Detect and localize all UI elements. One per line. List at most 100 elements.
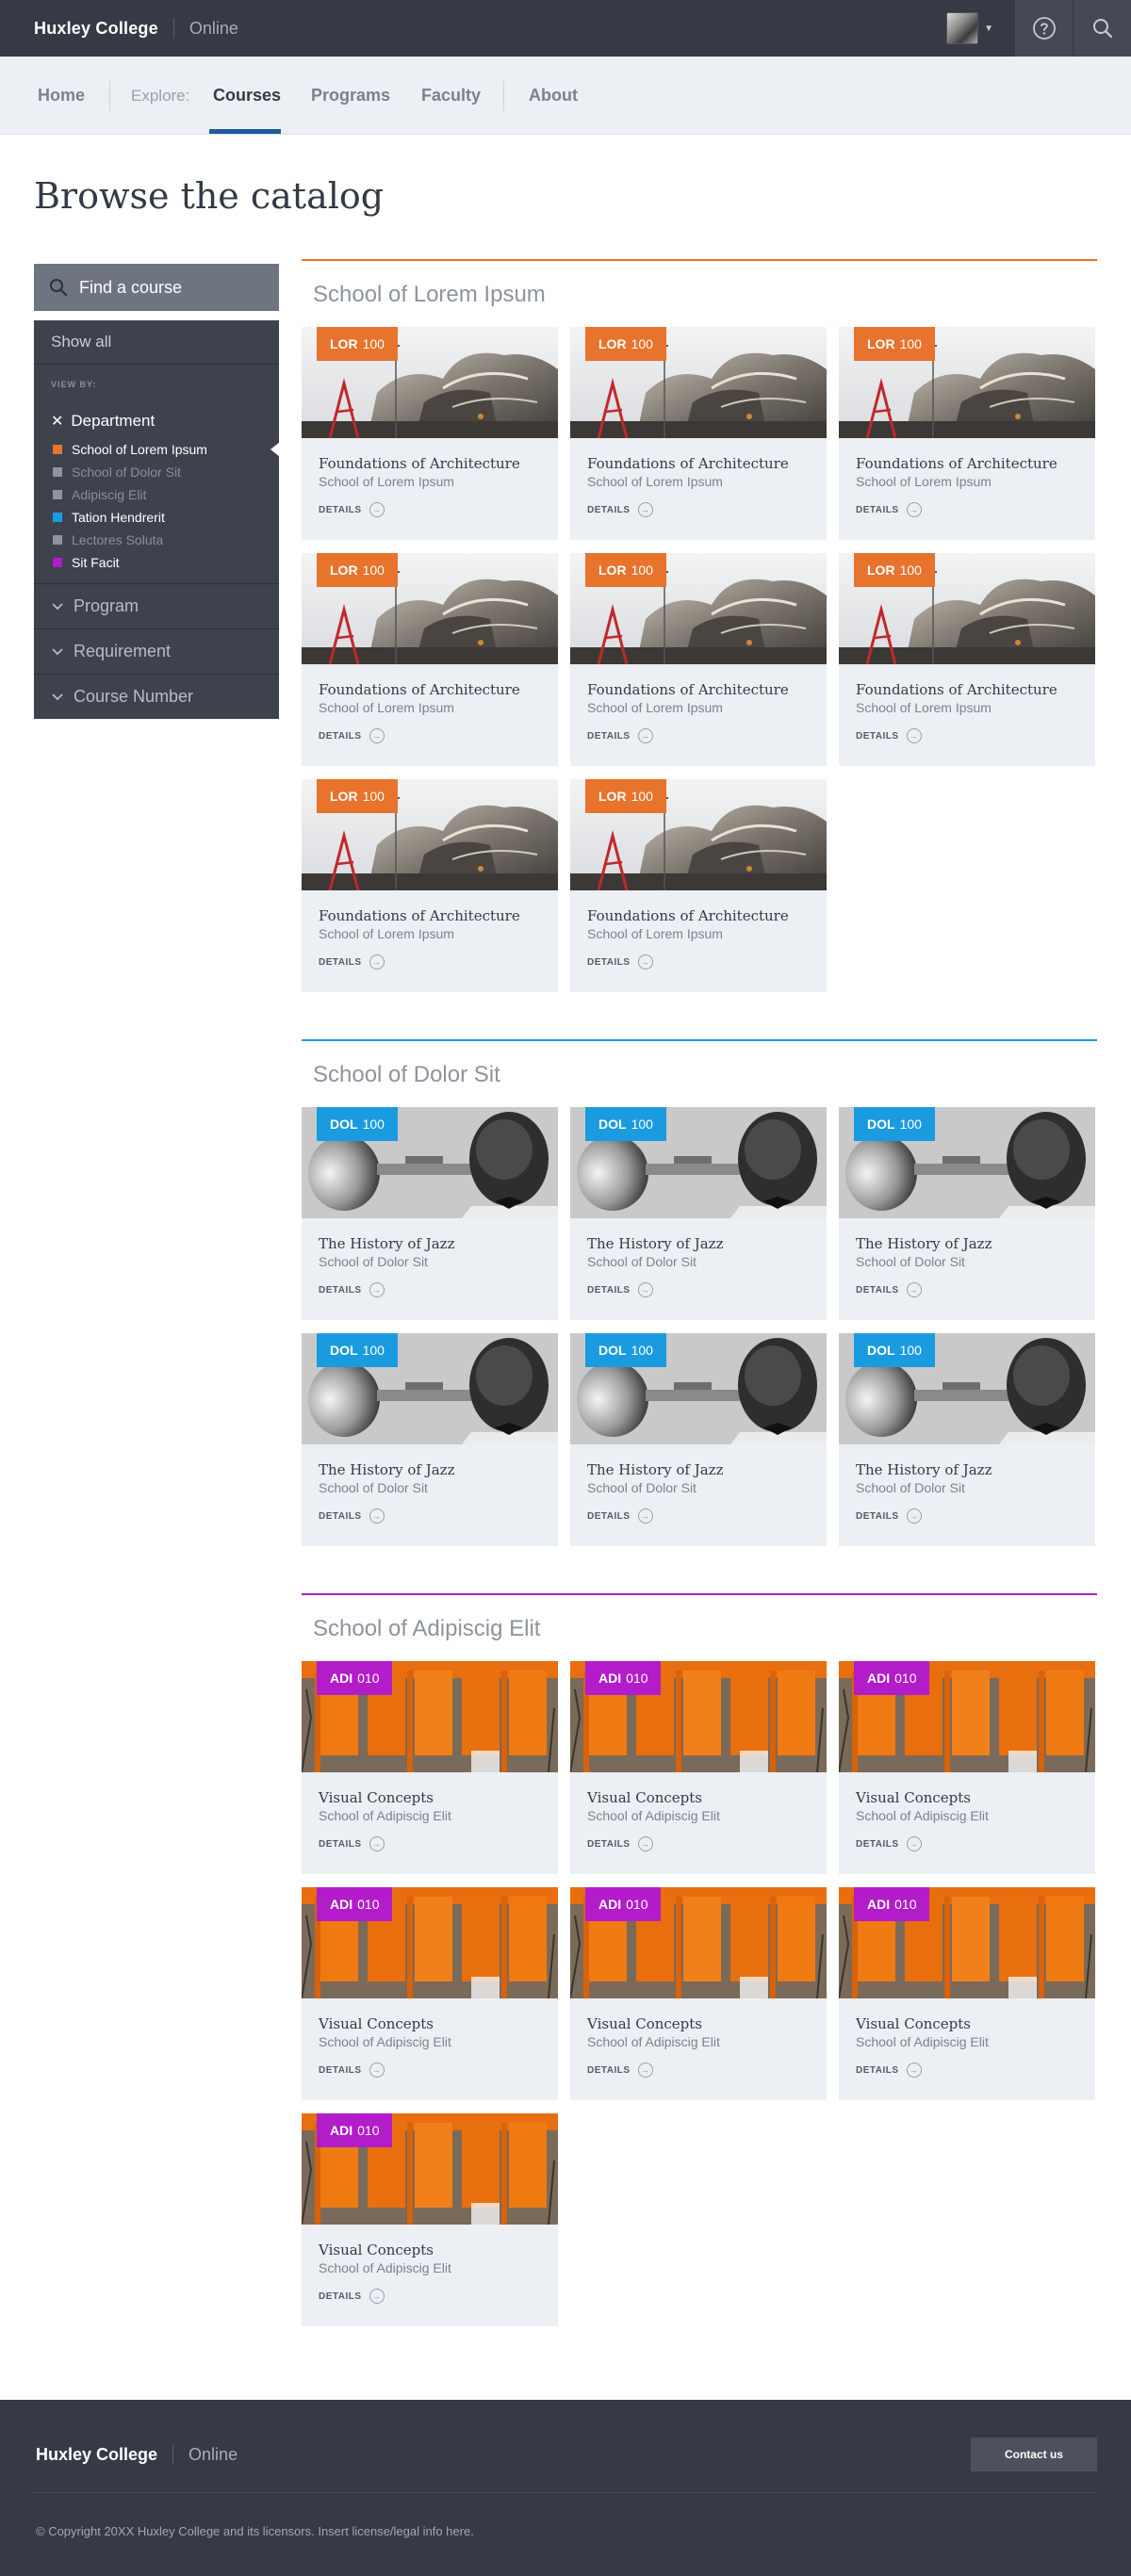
course-title[interactable]: Visual Concepts: [856, 1789, 971, 1806]
search-button[interactable]: [1073, 0, 1131, 57]
course-title[interactable]: The History of Jazz: [587, 1461, 723, 1478]
course-card[interactable]: ADI 010 Visual Concepts School of Adipiscig…: [839, 1887, 1095, 2100]
course-number: 100: [631, 789, 653, 804]
details-link[interactable]: DETAILS →: [856, 1508, 922, 1524]
course-title[interactable]: Foundations of Architecture: [587, 907, 789, 924]
course-card[interactable]: DOL 100 The History of Jazz School of Dolor…: [302, 1333, 558, 1546]
course-card[interactable]: DOL 100 The History of Jazz School of Dolor…: [839, 1107, 1095, 1320]
course-card[interactable]: LOR 100 Foundations of Architecture School …: [302, 779, 558, 992]
details-link[interactable]: DETAILS →: [319, 954, 385, 970]
details-link[interactable]: DETAILS →: [587, 502, 653, 517]
course-card[interactable]: ADI 010 Visual Concepts School of Adipiscig…: [302, 1661, 558, 1874]
course-title[interactable]: The History of Jazz: [319, 1461, 454, 1478]
department-option[interactable]: School of Lorem Ipsum: [53, 438, 279, 461]
nav-about[interactable]: About: [529, 86, 578, 106]
details-link[interactable]: DETAILS →: [856, 728, 922, 743]
details-link[interactable]: DETAILS →: [587, 1836, 653, 1851]
details-label: DETAILS: [319, 2064, 362, 2076]
nav-courses[interactable]: Courses: [213, 86, 281, 106]
footer-brand-divider: [172, 2444, 174, 2465]
course-card[interactable]: DOL 100 The History of Jazz School of Dolor…: [570, 1107, 827, 1320]
course-title[interactable]: Foundations of Architecture: [856, 681, 1057, 698]
course-card[interactable]: ADI 010 Visual Concepts School of Adipiscig…: [302, 2113, 558, 2326]
help-button[interactable]: [1014, 0, 1073, 57]
details-link[interactable]: DETAILS →: [319, 728, 385, 743]
course-card[interactable]: LOR 100 Foundations of Architecture School …: [839, 327, 1095, 540]
details-link[interactable]: DETAILS →: [587, 728, 653, 743]
details-link[interactable]: DETAILS →: [856, 1282, 922, 1297]
course-title[interactable]: Visual Concepts: [319, 1789, 434, 1806]
department-label: Tation Hendrerit: [72, 510, 165, 525]
course-card[interactable]: LOR 100 Foundations of Architecture School …: [302, 553, 558, 766]
course-search-input[interactable]: Find a course: [34, 264, 279, 311]
course-title[interactable]: Visual Concepts: [587, 1789, 702, 1806]
brand-subtitle: Online: [188, 18, 238, 38]
course-card[interactable]: ADI 010 Visual Concepts School of Adipiscig…: [570, 1661, 827, 1874]
department-option[interactable]: Adipiscig Elit: [53, 483, 279, 506]
course-title[interactable]: The History of Jazz: [319, 1235, 454, 1252]
nav-faculty[interactable]: Faculty: [421, 86, 481, 106]
department-swatch: [53, 513, 62, 522]
close-icon[interactable]: ✕: [51, 412, 63, 431]
course-title[interactable]: Foundations of Architecture: [587, 455, 789, 472]
course-title[interactable]: Foundations of Architecture: [856, 455, 1057, 472]
details-link[interactable]: DETAILS →: [587, 1282, 653, 1297]
footer-brand[interactable]: Huxley College Online: [36, 2444, 238, 2465]
avatar[interactable]: [946, 12, 979, 44]
details-link[interactable]: DETAILS →: [856, 2062, 922, 2078]
course-title[interactable]: Visual Concepts: [319, 2015, 434, 2032]
details-link[interactable]: DETAILS →: [587, 954, 653, 970]
caret-down-icon[interactable]: ▼: [984, 24, 993, 34]
course-card[interactable]: ADI 010 Visual Concepts School of Adipiscig…: [839, 1661, 1095, 1874]
course-card[interactable]: LOR 100 Foundations of Architecture School …: [302, 327, 558, 540]
department-option[interactable]: Lectores Soluta: [53, 529, 279, 551]
contact-us-button[interactable]: Contact us: [971, 2437, 1097, 2471]
department-heading[interactable]: ✕ Department: [34, 410, 279, 432]
course-title[interactable]: Visual Concepts: [319, 2242, 434, 2258]
details-link[interactable]: DETAILS →: [856, 1836, 922, 1851]
facet-course-number[interactable]: Course Number: [34, 674, 279, 719]
course-card[interactable]: LOR 100 Foundations of Architecture School …: [570, 779, 827, 992]
details-link[interactable]: DETAILS →: [319, 502, 385, 517]
course-code: LOR: [867, 562, 895, 578]
course-title[interactable]: Foundations of Architecture: [319, 681, 520, 698]
course-code-badge: ADI 010: [585, 1661, 662, 1695]
nav-programs[interactable]: Programs: [311, 86, 390, 106]
details-link[interactable]: DETAILS →: [319, 2062, 385, 2078]
course-title[interactable]: Foundations of Architecture: [319, 455, 520, 472]
course-card[interactable]: LOR 100 Foundations of Architecture School …: [570, 327, 827, 540]
course-title[interactable]: Foundations of Architecture: [319, 907, 520, 924]
course-title[interactable]: The History of Jazz: [587, 1235, 723, 1252]
nav-home[interactable]: Home: [38, 86, 85, 106]
course-title[interactable]: Visual Concepts: [587, 2015, 702, 2032]
course-card[interactable]: DOL 100 The History of Jazz School of Dolor…: [570, 1333, 827, 1546]
details-link[interactable]: DETAILS →: [319, 1836, 385, 1851]
arrow-right-icon: →: [637, 1836, 653, 1851]
details-link[interactable]: DETAILS →: [587, 2062, 653, 2078]
details-link[interactable]: DETAILS →: [319, 2289, 385, 2304]
course-card[interactable]: ADI 010 Visual Concepts School of Adipiscig…: [302, 1887, 558, 2100]
department-option[interactable]: School of Dolor Sit: [53, 461, 279, 483]
department-option[interactable]: Tation Hendrerit: [53, 506, 279, 529]
user-menu[interactable]: ▼: [946, 0, 1014, 57]
course-card[interactable]: ADI 010 Visual Concepts School of Adipiscig…: [570, 1887, 827, 2100]
course-card[interactable]: DOL 100 The History of Jazz School of Dolor…: [839, 1333, 1095, 1546]
details-link[interactable]: DETAILS →: [319, 1282, 385, 1297]
course-title[interactable]: The History of Jazz: [856, 1235, 992, 1252]
facet-requirement[interactable]: Requirement: [34, 628, 279, 674]
course-card[interactable]: LOR 100 Foundations of Architecture School …: [570, 553, 827, 766]
brand[interactable]: Huxley College Online: [34, 18, 238, 39]
details-link[interactable]: DETAILS →: [856, 502, 922, 517]
facet-program[interactable]: Program: [34, 583, 279, 628]
details-link[interactable]: DETAILS →: [319, 1508, 385, 1524]
show-all-button[interactable]: Show all: [34, 320, 279, 364]
course-code-badge: DOL 100: [317, 1333, 398, 1367]
course-title[interactable]: The History of Jazz: [856, 1461, 992, 1478]
course-title[interactable]: Foundations of Architecture: [587, 681, 789, 698]
course-card[interactable]: DOL 100 The History of Jazz School of Dolor…: [302, 1107, 558, 1320]
department-option[interactable]: Sit Facit: [53, 551, 279, 574]
details-link[interactable]: DETAILS →: [587, 1508, 653, 1524]
course-card[interactable]: LOR 100 Foundations of Architecture School …: [839, 553, 1095, 766]
course-school: School of Dolor Sit: [856, 1480, 965, 1495]
course-title[interactable]: Visual Concepts: [856, 2015, 971, 2032]
